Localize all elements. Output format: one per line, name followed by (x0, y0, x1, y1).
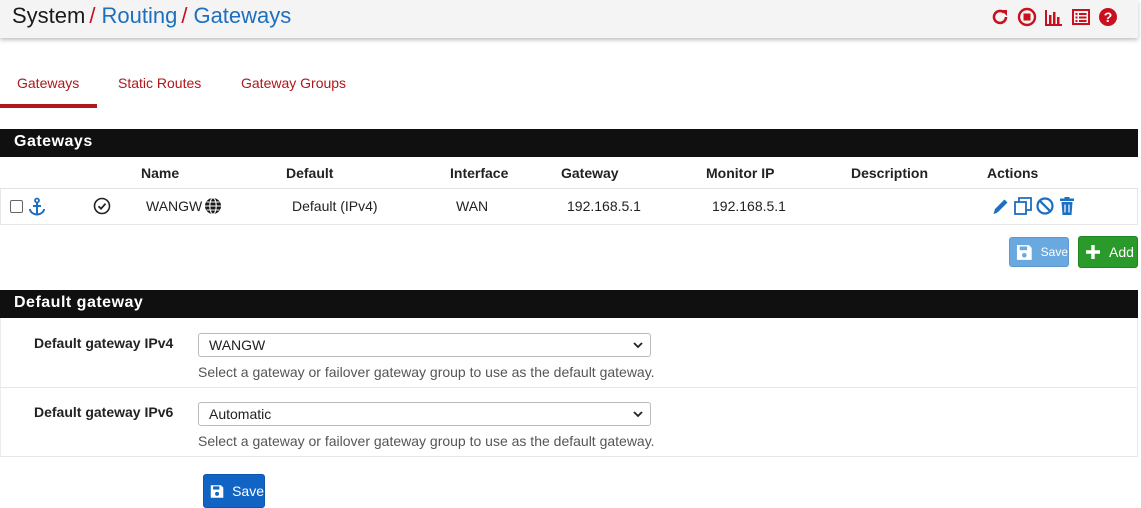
edit-pencil-icon[interactable] (991, 196, 1011, 216)
reload-icon[interactable] (990, 7, 1010, 27)
column-header-default[interactable]: Default (286, 165, 333, 181)
row-actions (991, 196, 1077, 216)
breadcrumb-gateways[interactable]: Gateways (193, 3, 291, 28)
gateway-name-cell: WANGW (146, 197, 222, 215)
gateway-name: WANGW (146, 198, 203, 214)
gateway-interface-cell: WAN (456, 198, 489, 214)
row-select-checkbox[interactable] (10, 200, 23, 213)
ipv6-gateway-select[interactable]: Automatic (198, 402, 651, 426)
tab-gateways[interactable]: Gateways (0, 60, 97, 108)
save-gateways-label: Save (1040, 245, 1068, 259)
breadcrumb-separator: / (89, 3, 96, 28)
table-row[interactable]: WANGW Default (IPv4) WAN 192.168.5.1 192… (0, 189, 1138, 225)
save-gateways-button[interactable]: Save (1009, 237, 1069, 267)
anchor-icon[interactable] (27, 197, 47, 217)
chevron-down-icon (633, 342, 643, 349)
column-header-actions: Actions (987, 165, 1039, 181)
ipv6-gateway-value: Automatic (209, 406, 272, 422)
floppy-save-icon (210, 484, 224, 498)
column-header-name[interactable]: Name (141, 165, 179, 181)
ipv4-gateway-select[interactable]: WANGW (198, 333, 651, 357)
breadcrumb-system: System (12, 3, 86, 28)
floppy-save-icon (1016, 244, 1032, 260)
header-icons: ? (990, 7, 1118, 27)
column-header-monitor-ip[interactable]: Monitor IP (706, 165, 774, 181)
chevron-down-icon (633, 411, 643, 418)
default-gateway-ipv4-row: Default gateway IPv4 WANGW Select a gate… (0, 318, 1138, 388)
ipv6-gateway-label: Default gateway IPv6 (34, 404, 174, 420)
save-default-gateway-label: Save (232, 483, 264, 499)
breadcrumb: System / Routing / Gateways (12, 3, 291, 29)
delete-trash-icon[interactable] (1057, 196, 1077, 216)
chart-icon[interactable] (1044, 7, 1064, 27)
top-bar: System / Routing / Gateways ? (0, 0, 1138, 38)
gateway-monitor-ip-cell: 192.168.5.1 (712, 198, 786, 214)
column-header-interface[interactable]: Interface (450, 165, 508, 181)
copy-icon[interactable] (1013, 196, 1033, 216)
default-gateway-panel-title: Default gateway (0, 290, 1138, 318)
check-circle-icon (93, 197, 111, 215)
ipv6-gateway-help: Select a gateway or failover gateway gro… (198, 433, 655, 449)
gateways-panel-title: Gateways (0, 129, 1138, 157)
column-header-gateway[interactable]: Gateway (561, 165, 619, 181)
disable-ban-icon[interactable] (1035, 196, 1055, 216)
gateway-default-cell: Default (IPv4) (292, 198, 378, 214)
tab-gateway-groups[interactable]: Gateway Groups (241, 60, 346, 108)
save-default-gateway-button[interactable]: Save (203, 474, 265, 508)
list-icon[interactable] (1071, 7, 1091, 27)
plus-icon (1086, 245, 1100, 259)
stop-icon[interactable] (1017, 7, 1037, 27)
ipv4-gateway-value: WANGW (209, 337, 266, 353)
svg-text:?: ? (1104, 9, 1113, 25)
gateway-address-cell: 192.168.5.1 (567, 198, 641, 214)
help-icon[interactable]: ? (1098, 7, 1118, 27)
column-header-description[interactable]: Description (851, 165, 928, 181)
breadcrumb-routing[interactable]: Routing (101, 3, 177, 28)
gateways-table: Name Default Interface Gateway Monitor I… (0, 157, 1138, 225)
tab-static-routes[interactable]: Static Routes (118, 60, 201, 108)
table-header: Name Default Interface Gateway Monitor I… (0, 157, 1138, 189)
add-gateway-button[interactable]: Add (1078, 236, 1138, 268)
globe-icon (205, 197, 222, 215)
ipv4-gateway-help: Select a gateway or failover gateway gro… (198, 364, 655, 380)
ipv4-gateway-label: Default gateway IPv4 (34, 335, 174, 351)
default-gateway-ipv6-row: Default gateway IPv6 Automatic Select a … (0, 388, 1138, 457)
add-gateway-label: Add (1109, 244, 1134, 260)
breadcrumb-separator: / (181, 3, 188, 28)
